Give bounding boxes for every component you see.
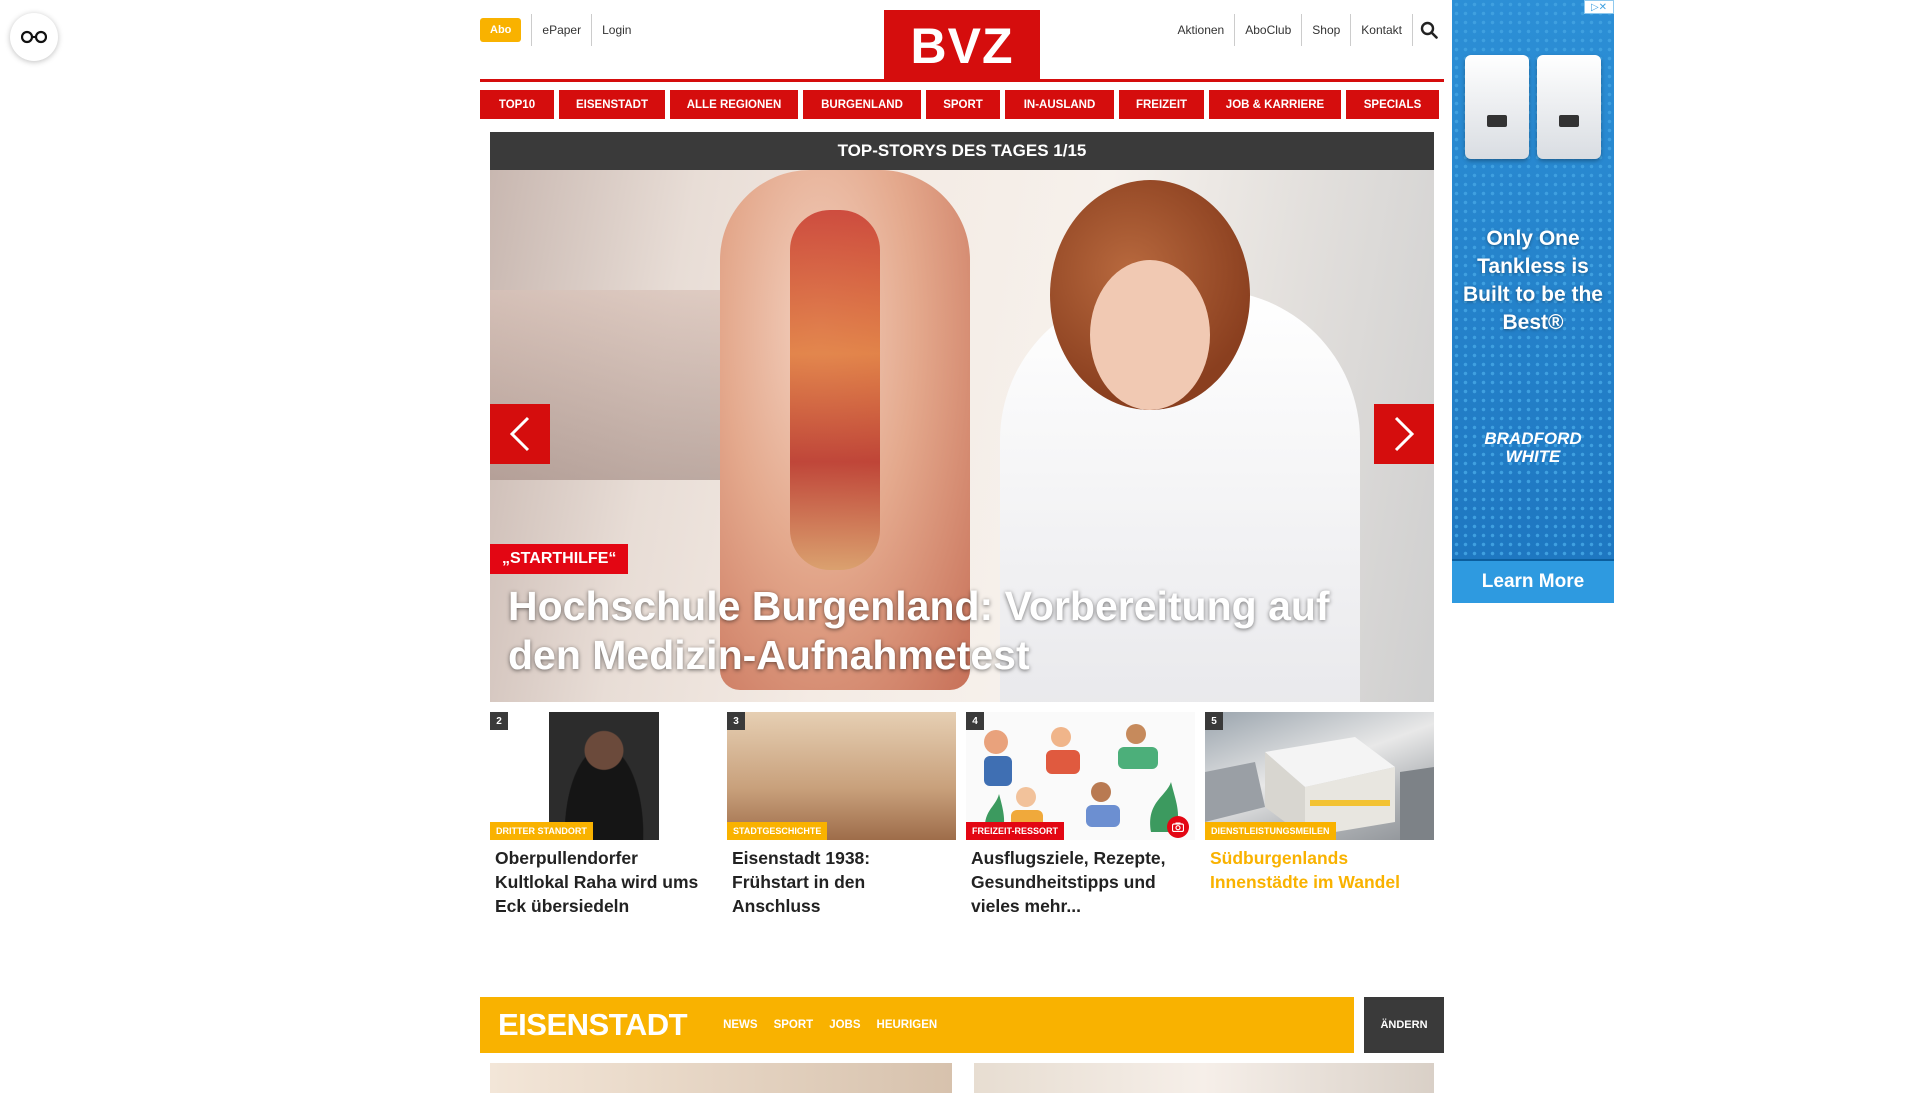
shop-link[interactable]: Shop — [1301, 14, 1350, 46]
teaser-image[interactable] — [966, 712, 1195, 840]
region-link-sport[interactable]: SPORT — [774, 1019, 814, 1031]
hero-kicker[interactable]: „STARTHILFE“ — [490, 544, 629, 574]
camera-icon — [1167, 816, 1189, 838]
kontakt-link[interactable]: Kontakt — [1350, 14, 1412, 46]
teaser-card[interactable]: 5 DIENSTLEISTUNGSMEILEN Südburgenlands I… — [1205, 712, 1434, 918]
teaser-card[interactable]: 3 STADTGESCHICHTE Eisenstadt 1938: Frühs… — [727, 712, 956, 918]
teaser-title[interactable]: Oberpullendorfer Kultlokal Raha wird ums… — [495, 846, 712, 918]
search-button[interactable] — [1412, 14, 1444, 46]
teaser-title[interactable]: Ausflugsziele, Rezepte, Gesundheitstipps… — [971, 846, 1190, 918]
accessibility-button[interactable] — [10, 13, 58, 61]
nav-item-job-karriere[interactable]: JOB & KARRIERE — [1209, 90, 1341, 119]
illustration-icon — [984, 724, 1179, 834]
teaser-tag: STADTGESCHICHTE — [727, 822, 828, 840]
ad-close-icon[interactable]: ▷✕ — [1584, 0, 1614, 14]
teaser-number: 2 — [490, 712, 508, 730]
nav-item-in-ausland[interactable]: IN-AUSLAND — [1005, 90, 1114, 119]
teaser-tag: DRITTER STANDORT — [490, 822, 593, 840]
buildings-illustration — [1205, 737, 1434, 840]
teaser-image[interactable] — [727, 712, 956, 840]
region-link-news[interactable]: NEWS — [723, 1019, 758, 1031]
glasses-icon — [21, 30, 47, 44]
chevron-left-icon — [509, 416, 530, 452]
region-article-image[interactable] — [974, 1063, 1434, 1093]
teaser-image[interactable] — [1205, 712, 1434, 840]
ad-cta-button[interactable]: Learn More — [1452, 559, 1614, 603]
top-bar: Abo ePaper Login BVZ Aktionen AboClub Sh… — [480, 0, 1444, 82]
chevron-right-icon — [1394, 416, 1415, 452]
nav-item-sport[interactable]: SPORT — [926, 90, 1000, 119]
teaser-card[interactable]: 2 DRITTER STANDORT Oberpullendorfer Kult… — [490, 712, 717, 918]
aboclub-link[interactable]: AboClub — [1234, 14, 1301, 46]
region-article-image[interactable] — [490, 1063, 952, 1093]
teaser-tag: DIENSTLEISTUNGSMEILEN — [1205, 822, 1336, 840]
region-link-jobs[interactable]: JOBS — [829, 1019, 860, 1031]
site-logo[interactable]: BVZ — [884, 10, 1040, 82]
teaser-title[interactable]: Südburgenlands Innenstädte im Wandel — [1210, 846, 1429, 894]
aktionen-link[interactable]: Aktionen — [1168, 14, 1235, 46]
nav-item-eisenstadt[interactable]: EISENSTADT — [559, 90, 665, 119]
main-nav: TOP10 EISENSTADT ALLE REGIONEN BURGENLAN… — [480, 90, 1444, 119]
abo-button[interactable]: Abo — [480, 18, 522, 42]
hero-image-face — [1090, 260, 1210, 410]
slider-prev-button[interactable] — [490, 404, 550, 464]
search-icon — [1420, 21, 1438, 39]
ad-brand-line: WHITE — [1505, 447, 1561, 466]
nav-item-top10[interactable]: TOP10 — [480, 90, 554, 119]
ad-brand-line: BRADFORD — [1484, 429, 1582, 448]
slider-next-button[interactable] — [1374, 404, 1434, 464]
teaser-number: 4 — [966, 712, 984, 730]
top-stories-slider: TOP-STORYS DES TAGES 1/15 „STARTHILFE“ H… — [490, 132, 1434, 702]
region-title[interactable]: EISENSTADT — [498, 1007, 688, 1043]
teaser-card[interactable]: 4 FREIZEIT-RESSORT Ausflugsziele, Rezept… — [966, 712, 1195, 918]
nav-item-freizeit[interactable]: FREIZEIT — [1119, 90, 1204, 119]
nav-item-specials[interactable]: SPECIALS — [1346, 90, 1439, 119]
region-link-heurigen[interactable]: HEURIGEN — [877, 1019, 938, 1031]
teaser-title[interactable]: Eisenstadt 1938: Frühstart in den Anschl… — [732, 846, 951, 918]
site-container: Abo ePaper Login BVZ Aktionen AboClub Sh… — [480, 0, 1444, 1093]
change-region-button[interactable]: ÄNDERN — [1364, 997, 1444, 1053]
advertisement[interactable]: ▷✕ Only One Tankless is Built to be the … — [1452, 0, 1614, 603]
slider-heading: TOP-STORYS DES TAGES 1/15 — [490, 132, 1434, 170]
hero-image[interactable]: „STARTHILFE“ Hochschule Burgenland: Vorb… — [490, 170, 1434, 702]
teaser-number: 3 — [727, 712, 745, 730]
story-teasers: 2 DRITTER STANDORT Oberpullendorfer Kult… — [490, 712, 1434, 918]
hero-image-organs — [790, 210, 880, 570]
region-section-header: EISENSTADT NEWS SPORT JOBS HEURIGEN ÄNDE… — [480, 997, 1444, 1053]
hero-headline[interactable]: Hochschule Burgenland: Vorbereitung auf … — [508, 582, 1404, 680]
ad-product-image — [1460, 55, 1606, 165]
login-link[interactable]: Login — [591, 14, 641, 46]
nav-item-burgenland[interactable]: BURGENLAND — [803, 90, 921, 119]
ad-text: Only One Tankless is Built to be the Bes… — [1463, 227, 1603, 334]
ad-brand-logo: BRADFORD WHITE — [1452, 430, 1614, 466]
teaser-number: 5 — [1205, 712, 1223, 730]
teaser-tag: FREIZEIT-RESSORT — [966, 822, 1065, 840]
teaser-image[interactable] — [548, 712, 659, 840]
epaper-link[interactable]: ePaper — [531, 14, 591, 46]
nav-item-alle-regionen[interactable]: ALLE REGIONEN — [670, 90, 798, 119]
